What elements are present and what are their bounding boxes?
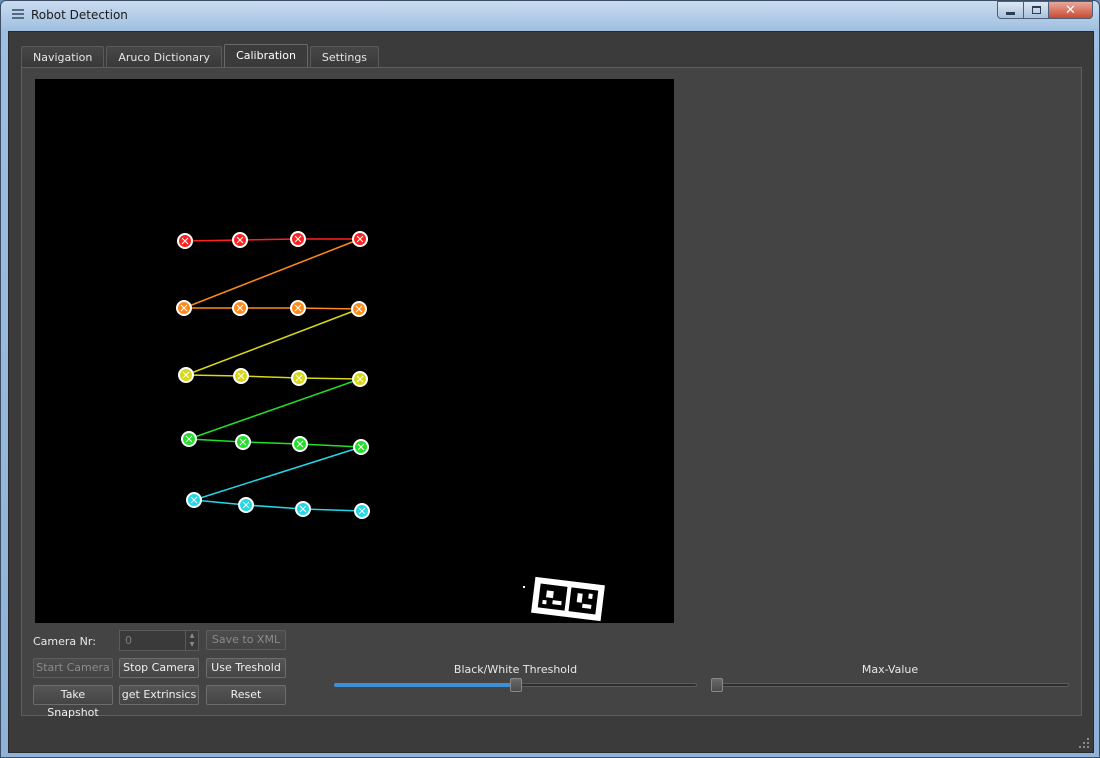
calibration-pattern-overlay (176, 231, 605, 622)
noise-speck (523, 586, 525, 588)
main-window: Robot Detection ✕ Navigation Aruco Dicti… (0, 0, 1100, 758)
slider-handle[interactable] (510, 678, 522, 692)
slider-handle[interactable] (711, 678, 723, 692)
pattern-row-line (298, 377, 361, 380)
slider-groove (711, 683, 1069, 687)
stop-camera-button[interactable]: Stop Camera (119, 658, 199, 678)
pattern-row-line (302, 508, 363, 512)
tab-bar: Navigation Aruco Dictionary Calibration … (21, 44, 381, 68)
minimize-button[interactable] (997, 1, 1023, 19)
camera-nr-label: Camera Nr: (33, 635, 96, 648)
save-to-xml-button[interactable]: Save to XML (206, 630, 286, 650)
get-extrinsics-button[interactable]: get Extrinsics (119, 685, 199, 705)
reset-button[interactable]: Reset (206, 685, 286, 705)
use-threshold-button[interactable]: Use Treshold (206, 658, 286, 678)
tab-settings[interactable]: Settings (309, 46, 380, 68)
camera-nr-spinbox[interactable]: ▲ ▼ (119, 630, 199, 651)
spinbox-arrows[interactable]: ▲ ▼ (185, 631, 198, 650)
maximize-icon (1031, 6, 1041, 14)
maximize-button[interactable] (1023, 1, 1049, 19)
close-icon: ✕ (1065, 2, 1076, 18)
aruco-marker (531, 576, 605, 622)
slider-fill (334, 683, 516, 687)
client-area: Navigation Aruco Dictionary Calibration … (8, 31, 1094, 753)
title-bar[interactable]: Robot Detection ✕ (1, 1, 1099, 31)
bw-threshold-slider[interactable] (334, 678, 697, 692)
spin-down-icon[interactable]: ▼ (186, 640, 198, 649)
resize-grip-icon[interactable] (1077, 736, 1089, 748)
spin-up-icon[interactable]: ▲ (186, 631, 198, 640)
max-value-label: Max-Value (861, 663, 919, 676)
max-value-slider[interactable] (711, 678, 1069, 692)
start-camera-button[interactable]: Start Camera (33, 658, 113, 678)
pattern-row-line (184, 239, 241, 242)
app-menu-icon[interactable] (12, 9, 24, 23)
pattern-row-line (240, 375, 300, 379)
calibration-panel: Camera Nr: ▲ ▼ Save to XML Start Camera … (21, 67, 1082, 719)
camera-view (35, 79, 674, 623)
tab-navigation[interactable]: Navigation (21, 46, 105, 68)
pattern-row-line (185, 374, 242, 377)
bw-threshold-label: Black/White Threshold (453, 663, 578, 676)
pattern-connector-line (193, 446, 362, 501)
pattern-connector-line (185, 308, 360, 376)
pattern-connector-line (188, 378, 361, 440)
pattern-row-line (299, 443, 362, 448)
camera-nr-input[interactable] (120, 631, 184, 650)
pattern-row-line (245, 504, 304, 510)
take-snapshot-button[interactable]: Take Snapshot (33, 685, 113, 719)
pattern-row-line (242, 441, 301, 445)
pattern-connector-line (183, 238, 361, 309)
pattern-row-line (188, 438, 244, 443)
minimize-icon (1006, 11, 1015, 15)
tab-aruco-dictionary[interactable]: Aruco Dictionary (106, 46, 223, 68)
pattern-row-line (239, 238, 299, 241)
pattern-row-line (297, 307, 360, 310)
close-button[interactable]: ✕ (1049, 1, 1093, 19)
window-controls: ✕ (997, 1, 1093, 19)
window-title: Robot Detection (31, 8, 128, 22)
tab-calibration[interactable]: Calibration (224, 44, 308, 68)
